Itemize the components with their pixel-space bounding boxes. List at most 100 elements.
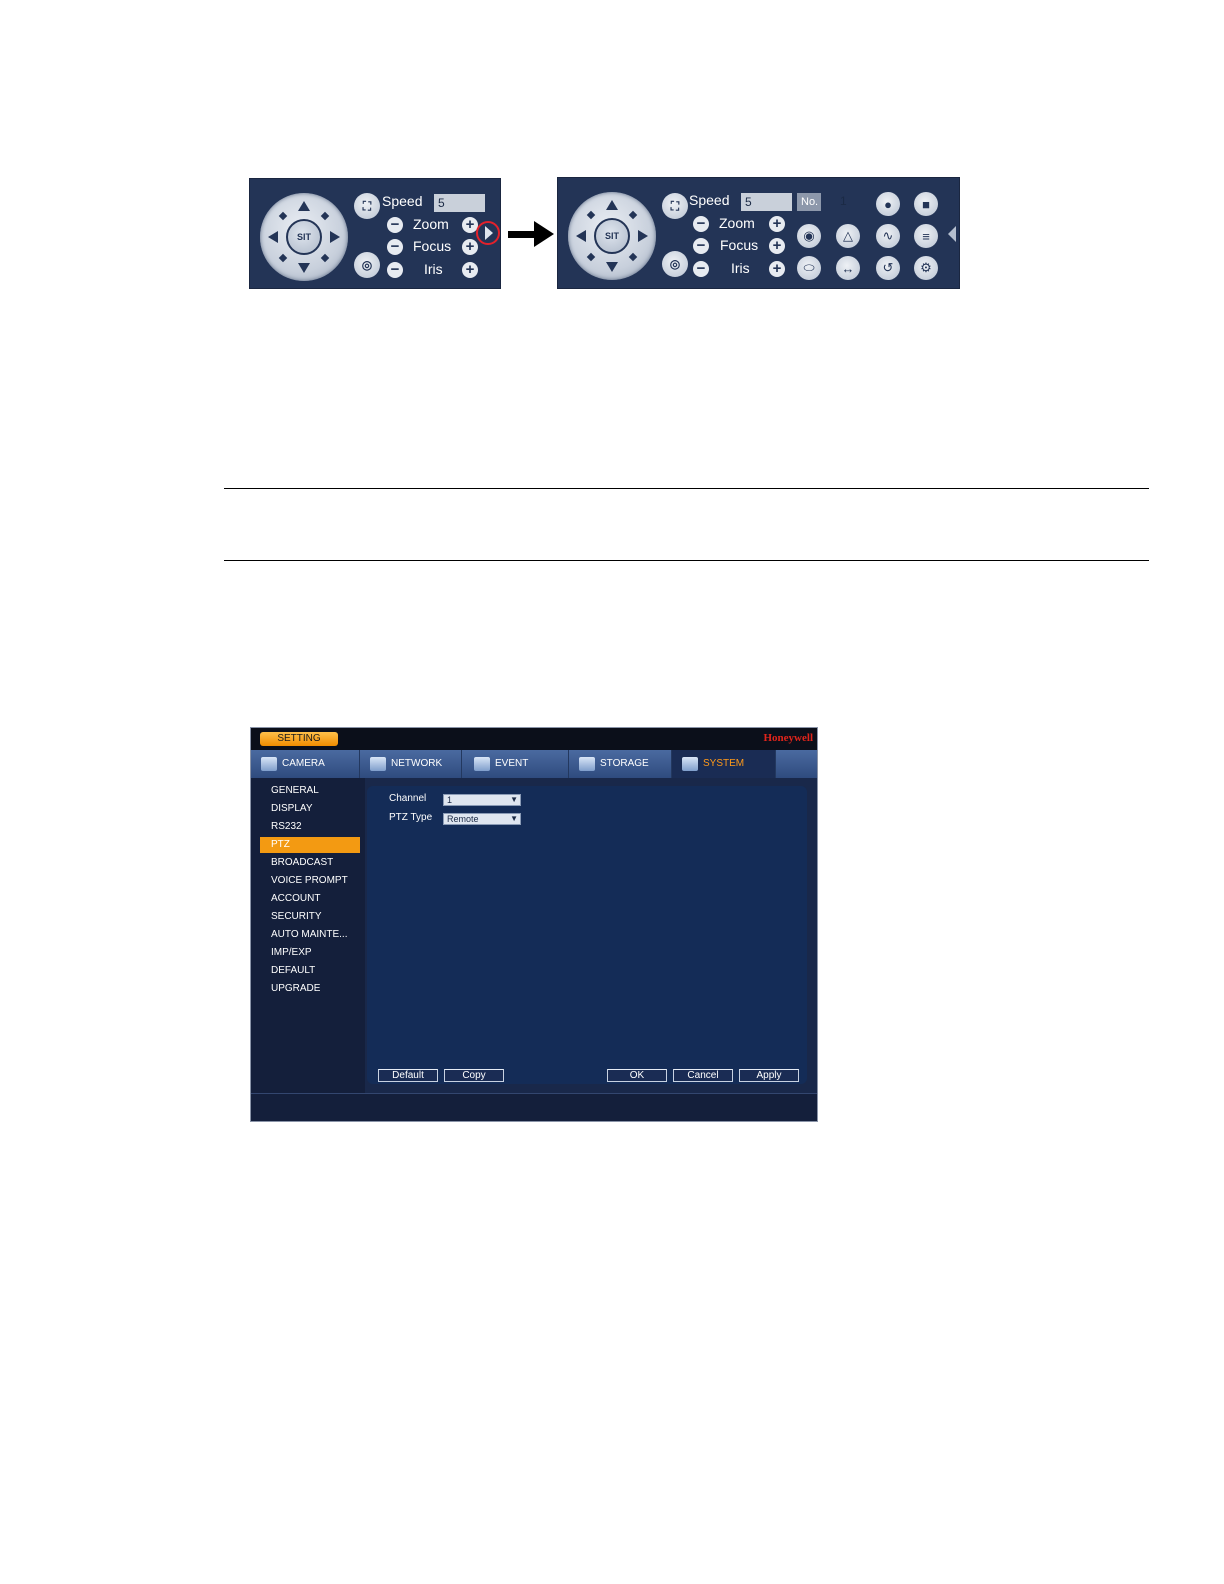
iris-label: Iris [424, 261, 443, 277]
direction-pad: SIT [568, 192, 656, 280]
zoom-plus-icon[interactable]: + [769, 216, 785, 232]
speed-input[interactable]: 5 [434, 194, 485, 212]
pan-up-left-arrow-icon[interactable] [586, 210, 596, 220]
pan-left-arrow-icon[interactable] [268, 231, 278, 243]
rotate-icon[interactable]: ⬭ [797, 256, 821, 280]
pan-left-arrow-icon[interactable] [576, 230, 586, 242]
ptz-panel-expanded: SIT ⛶ Speed 5 No. 1 − Zoom + − Focus + ◎… [557, 177, 960, 289]
iris-minus-icon[interactable]: − [387, 262, 403, 278]
tab-event[interactable]: EVENT [462, 750, 569, 778]
sidebar-item-default[interactable]: DEFAULT [260, 963, 360, 979]
tab-event-label: EVENT [495, 758, 529, 769]
speed-input[interactable]: 5 [741, 193, 792, 211]
brand-logo: Honeywell [763, 732, 814, 744]
tour-icon[interactable]: △ [836, 224, 860, 248]
pan-down-left-arrow-icon[interactable] [278, 253, 288, 263]
sidebar-item-security[interactable]: SECURITY [260, 909, 360, 925]
sidebar-item-broadcast[interactable]: BROADCAST [260, 855, 360, 871]
setting-window: SETTING Honeywell CAMERA NETWORK EVENT S… [250, 727, 818, 1122]
direction-pad: SIT [260, 193, 348, 281]
preset-icon[interactable]: ◉ [797, 224, 821, 248]
tab-camera[interactable]: CAMERA [251, 750, 360, 778]
status-bar [251, 1093, 817, 1121]
network-icon [370, 757, 386, 771]
iris-plus-icon[interactable]: + [769, 261, 785, 277]
sidebar-item-upgrade[interactable]: UPGRADE [260, 981, 360, 997]
chevron-right-icon[interactable] [485, 226, 493, 240]
focus-label: Focus [720, 237, 759, 253]
iris-plus-icon[interactable]: + [462, 262, 478, 278]
sidebar-item-display[interactable]: DISPLAY [260, 801, 360, 817]
tab-storage[interactable]: STORAGE [569, 750, 672, 778]
tab-camera-label: CAMERA [282, 758, 325, 769]
fullscreen-icon[interactable]: ⛶ [662, 193, 688, 219]
cancel-button[interactable]: Cancel [673, 1069, 733, 1082]
sidebar-item-general[interactable]: GENERAL [260, 783, 360, 799]
menu-settings-icon[interactable]: ⚙ [914, 256, 938, 280]
ptz-settings-panel: Channel 1 ▼ PTZ Type Remote ▼ [367, 786, 807, 1084]
arrow-right-icon [508, 221, 554, 247]
focus-plus-icon[interactable]: + [462, 239, 478, 255]
sidebar-item-account[interactable]: ACCOUNT [260, 891, 360, 907]
event-icon [474, 757, 490, 771]
focus-plus-icon[interactable]: + [769, 238, 785, 254]
pan-down-arrow-icon[interactable] [298, 263, 310, 273]
focus-minus-icon[interactable]: − [693, 238, 709, 254]
pan-up-right-arrow-icon[interactable] [628, 210, 638, 220]
sidebar-item-auto-maintenance[interactable]: AUTO MAINTE... [260, 927, 360, 943]
ptz-type-label: PTZ Type [389, 812, 433, 823]
pan-down-right-arrow-icon[interactable] [628, 252, 638, 262]
chevron-down-icon: ▼ [510, 795, 518, 804]
copy-button[interactable]: Copy [444, 1069, 504, 1082]
default-button[interactable]: Default [378, 1069, 438, 1082]
light-icon[interactable]: ● [876, 192, 900, 216]
wiper-icon[interactable]: ■ [914, 192, 938, 216]
zoom-minus-icon[interactable]: − [693, 216, 709, 232]
pan-up-arrow-icon[interactable] [298, 201, 310, 211]
sit-button[interactable]: SIT [594, 218, 630, 254]
speed-label: Speed [382, 193, 423, 209]
chevron-left-icon[interactable] [948, 226, 956, 242]
storage-icon [579, 757, 595, 771]
apply-button[interactable]: Apply [739, 1069, 799, 1082]
sidebar-item-ptz[interactable]: PTZ [260, 837, 360, 853]
ptz-type-select[interactable]: Remote ▼ [443, 813, 521, 825]
mouse-icon[interactable]: ◎ [354, 252, 380, 278]
sidebar-item-voice-prompt[interactable]: VOICE PROMPT [260, 873, 360, 889]
pan-right-arrow-icon[interactable] [330, 231, 340, 243]
pan-down-arrow-icon[interactable] [606, 262, 618, 272]
title-bar: SETTING Honeywell [251, 728, 817, 750]
fullscreen-icon[interactable]: ⛶ [354, 193, 380, 219]
tab-network[interactable]: NETWORK [360, 750, 462, 778]
scan-icon[interactable]: ≡ [914, 224, 938, 248]
focus-minus-icon[interactable]: − [387, 239, 403, 255]
ptz-panel-collapsed: SIT ⛶ Speed 5 − Zoom + − Focus + ◎ − Iri… [249, 178, 501, 289]
zoom-label: Zoom [413, 216, 449, 232]
ok-button[interactable]: OK [607, 1069, 667, 1082]
sit-button[interactable]: SIT [286, 219, 322, 255]
tab-network-label: NETWORK [391, 758, 443, 769]
pan-down-right-arrow-icon[interactable] [320, 253, 330, 263]
focus-label: Focus [413, 238, 452, 254]
main-tab-bar: CAMERA NETWORK EVENT STORAGE SYSTEM [251, 750, 817, 778]
tab-system[interactable]: SYSTEM [672, 750, 776, 778]
pan-up-arrow-icon[interactable] [606, 200, 618, 210]
pan-down-left-arrow-icon[interactable] [586, 252, 596, 262]
channel-select[interactable]: 1 ▼ [443, 794, 521, 806]
tab-storage-label: STORAGE [600, 758, 649, 769]
flip-icon[interactable]: ↺ [876, 256, 900, 280]
sidebar-item-rs232[interactable]: RS232 [260, 819, 360, 835]
pan-icon[interactable]: ↔ [836, 256, 860, 280]
zoom-minus-icon[interactable]: − [387, 217, 403, 233]
pan-up-left-arrow-icon[interactable] [278, 211, 288, 221]
mouse-icon[interactable]: ◎ [662, 251, 688, 277]
sidebar-item-imp-exp[interactable]: IMP/EXP [260, 945, 360, 961]
pattern-icon[interactable]: ∿ [876, 224, 900, 248]
pan-up-right-arrow-icon[interactable] [320, 211, 330, 221]
ptz-type-value: Remote [447, 814, 479, 824]
no-value: 1 [840, 194, 847, 208]
pan-right-arrow-icon[interactable] [638, 230, 648, 242]
iris-minus-icon[interactable]: − [693, 261, 709, 277]
setting-title-tab: SETTING [260, 732, 338, 746]
camera-icon [261, 757, 277, 771]
